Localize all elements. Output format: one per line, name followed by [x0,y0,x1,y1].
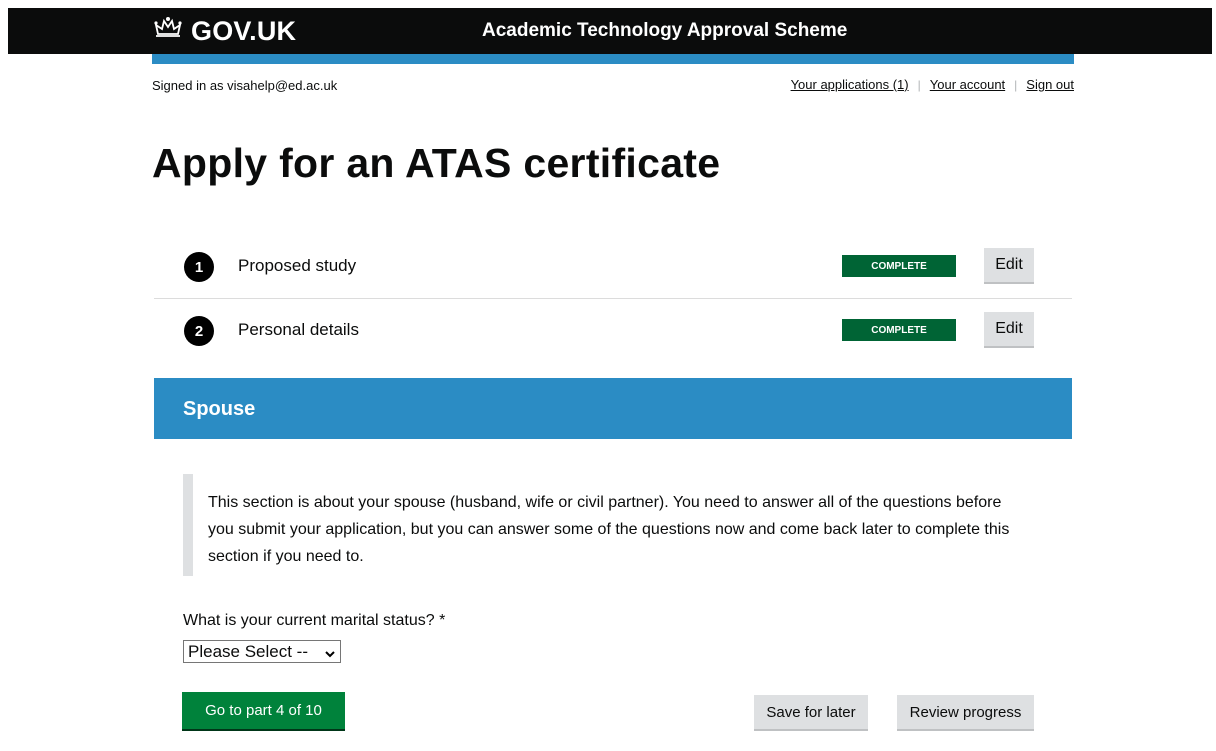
section-title: Spouse [183,398,256,420]
status-badge: COMPLETE [842,255,956,277]
top-header: GOV.UK Academic Technology Approval Sche… [8,8,1212,54]
signed-in-text: Signed in as visahelp@ed.ac.uk [152,78,338,93]
edit-personal-details-button[interactable]: Edit [984,312,1034,346]
task-row-personal-details: 2 Personal details COMPLETE Edit [154,298,1072,362]
logo-text: GOV.UK [191,15,297,46]
select-value: Please Select -- [188,641,308,661]
section-intro: This section is about your spouse (husba… [208,494,1010,565]
nav-separator: | [917,77,921,92]
marital-status-label: What is your current marital status? * [183,612,446,629]
status-badge: COMPLETE [842,319,956,341]
go-to-next-part-button[interactable]: Go to part 4 of 10 [182,692,345,729]
crown-icon [153,16,191,47]
account-nav: Your applications (1) | Your account | S… [791,77,1074,92]
service-name[interactable]: Academic Technology Approval Scheme [482,20,847,42]
your-account-link[interactable]: Your account [930,77,1005,92]
marital-status-select[interactable]: Please Select -- [183,640,341,663]
your-applications-link[interactable]: Your applications (1) [791,77,909,92]
edit-proposed-study-button[interactable]: Edit [984,248,1034,282]
save-for-later-button[interactable]: Save for later [754,695,868,729]
step-number: 1 [184,252,214,282]
step-number: 2 [184,316,214,346]
chevron-down-icon [324,645,336,665]
review-progress-button[interactable]: Review progress [897,695,1034,729]
task-row-proposed-study: 1 Proposed study COMPLETE Edit [154,234,1072,299]
inset-text: This section is about your spouse (husba… [183,474,1033,576]
section-header: Spouse [154,378,1072,439]
task-label: Personal details [238,320,359,339]
nav-separator: | [1014,77,1018,92]
sign-out-link[interactable]: Sign out [1026,77,1074,92]
govuk-logo[interactable]: GOV.UK [153,16,296,46]
header-stripe [152,54,1074,64]
task-label: Proposed study [238,256,357,275]
page-title: Apply for an ATAS certificate [152,140,721,186]
